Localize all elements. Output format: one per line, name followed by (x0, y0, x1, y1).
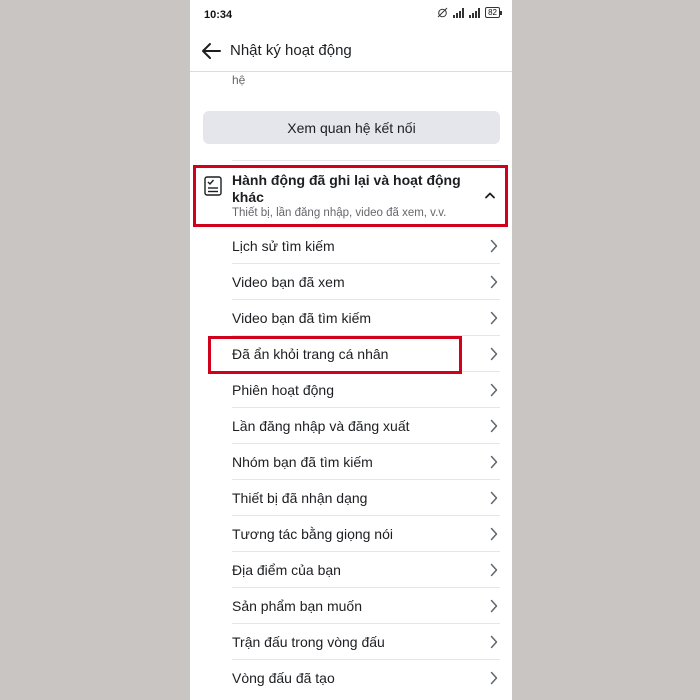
section-subtitle: Thiết bị, lần đăng nhập, video đã xem, v… (232, 207, 447, 219)
menu-item-active-sessions[interactable]: Phiên hoạt động (232, 372, 500, 408)
menu-item-label: Nhóm bạn đã tìm kiếm (232, 454, 373, 470)
back-arrow-icon[interactable] (200, 40, 222, 62)
menu-item-products-wanted[interactable]: Sản phẩm bạn muốn (232, 588, 500, 624)
menu-item-hidden-from-profile[interactable]: Đã ẩn khỏi trang cá nhân (232, 336, 500, 372)
chevron-right-icon (490, 635, 498, 649)
menu-item-label: Video bạn đã xem (232, 274, 345, 290)
phone-screen: 10:34 82 Nhật ký hoạt động hệ Xem quan h… (190, 0, 512, 700)
menu-item-groups-searched[interactable]: Nhóm bạn đã tìm kiếm (232, 444, 500, 480)
menu-item-voice-interactions[interactable]: Tương tác bằng giọng nói (232, 516, 500, 552)
menu-item-login-logout[interactable]: Lần đăng nhập và đăng xuất (232, 408, 500, 444)
menu-item-videos-searched[interactable]: Video bạn đã tìm kiếm (232, 300, 500, 336)
menu-item-tournament-matches[interactable]: Trận đấu trong vòng đấu (232, 624, 500, 660)
chevron-up-icon[interactable] (484, 191, 496, 199)
signal-icon-2 (469, 7, 481, 18)
chevron-right-icon (490, 527, 498, 541)
chevron-right-icon (490, 383, 498, 397)
logged-actions-section-header[interactable]: Hành động đã ghi lại và hoạt động khác T… (190, 163, 512, 227)
view-connections-button[interactable]: Xem quan hệ kết nối (203, 111, 500, 144)
menu-item-label: Lần đăng nhập và đăng xuất (232, 418, 410, 434)
menu-item-label: Phiên hoạt động (232, 382, 334, 398)
chevron-right-icon (490, 455, 498, 469)
page-title: Nhật ký hoạt động (230, 42, 352, 59)
chevron-right-icon (490, 347, 498, 361)
menu-item-label: Địa điểm của bạn (232, 562, 341, 578)
truncated-text: hệ (232, 73, 246, 87)
chevron-right-icon (490, 563, 498, 577)
app-header: Nhật ký hoạt động (190, 34, 512, 70)
menu-item-videos-watched[interactable]: Video bạn đã xem (232, 264, 500, 300)
menu-item-label: Tương tác bằng giọng nói (232, 526, 393, 542)
status-icons: 82 (437, 7, 502, 18)
checklist-icon (204, 176, 222, 196)
chevron-right-icon (490, 239, 498, 253)
status-time: 10:34 (204, 9, 233, 21)
menu-item-label: Sản phẩm bạn muốn (232, 598, 362, 614)
menu-item-label: Trận đấu trong vòng đấu (232, 634, 385, 650)
section-title: Hành động đã ghi lại và hoạt động khác (232, 172, 461, 205)
chevron-right-icon (490, 419, 498, 433)
menu-item-search-history[interactable]: Lịch sử tìm kiếm (232, 228, 500, 264)
status-bar: 10:34 82 (190, 0, 512, 30)
menu-item-label: Video bạn đã tìm kiếm (232, 310, 372, 326)
signal-icon (453, 7, 465, 18)
menu-item-your-locations[interactable]: Địa điểm của bạn (232, 552, 500, 588)
chevron-right-icon (490, 671, 498, 685)
divider (232, 160, 500, 161)
chevron-right-icon (490, 491, 498, 505)
menu-item-tournaments-created[interactable]: Vòng đấu đã tạo (232, 660, 500, 696)
menu-item-recognized-devices[interactable]: Thiết bị đã nhận dạng (232, 480, 500, 516)
menu-item-label: Vòng đấu đã tạo (232, 670, 335, 686)
chevron-right-icon (490, 311, 498, 325)
alarm-off-icon (437, 7, 448, 18)
menu-item-label: Đã ẩn khỏi trang cá nhân (232, 346, 389, 362)
chevron-right-icon (490, 275, 498, 289)
header-divider (190, 71, 512, 72)
battery-indicator: 82 (485, 7, 502, 18)
menu-item-label: Thiết bị đã nhận dạng (232, 490, 368, 506)
chevron-right-icon (490, 599, 498, 613)
menu-item-label: Lịch sử tìm kiếm (232, 238, 335, 254)
